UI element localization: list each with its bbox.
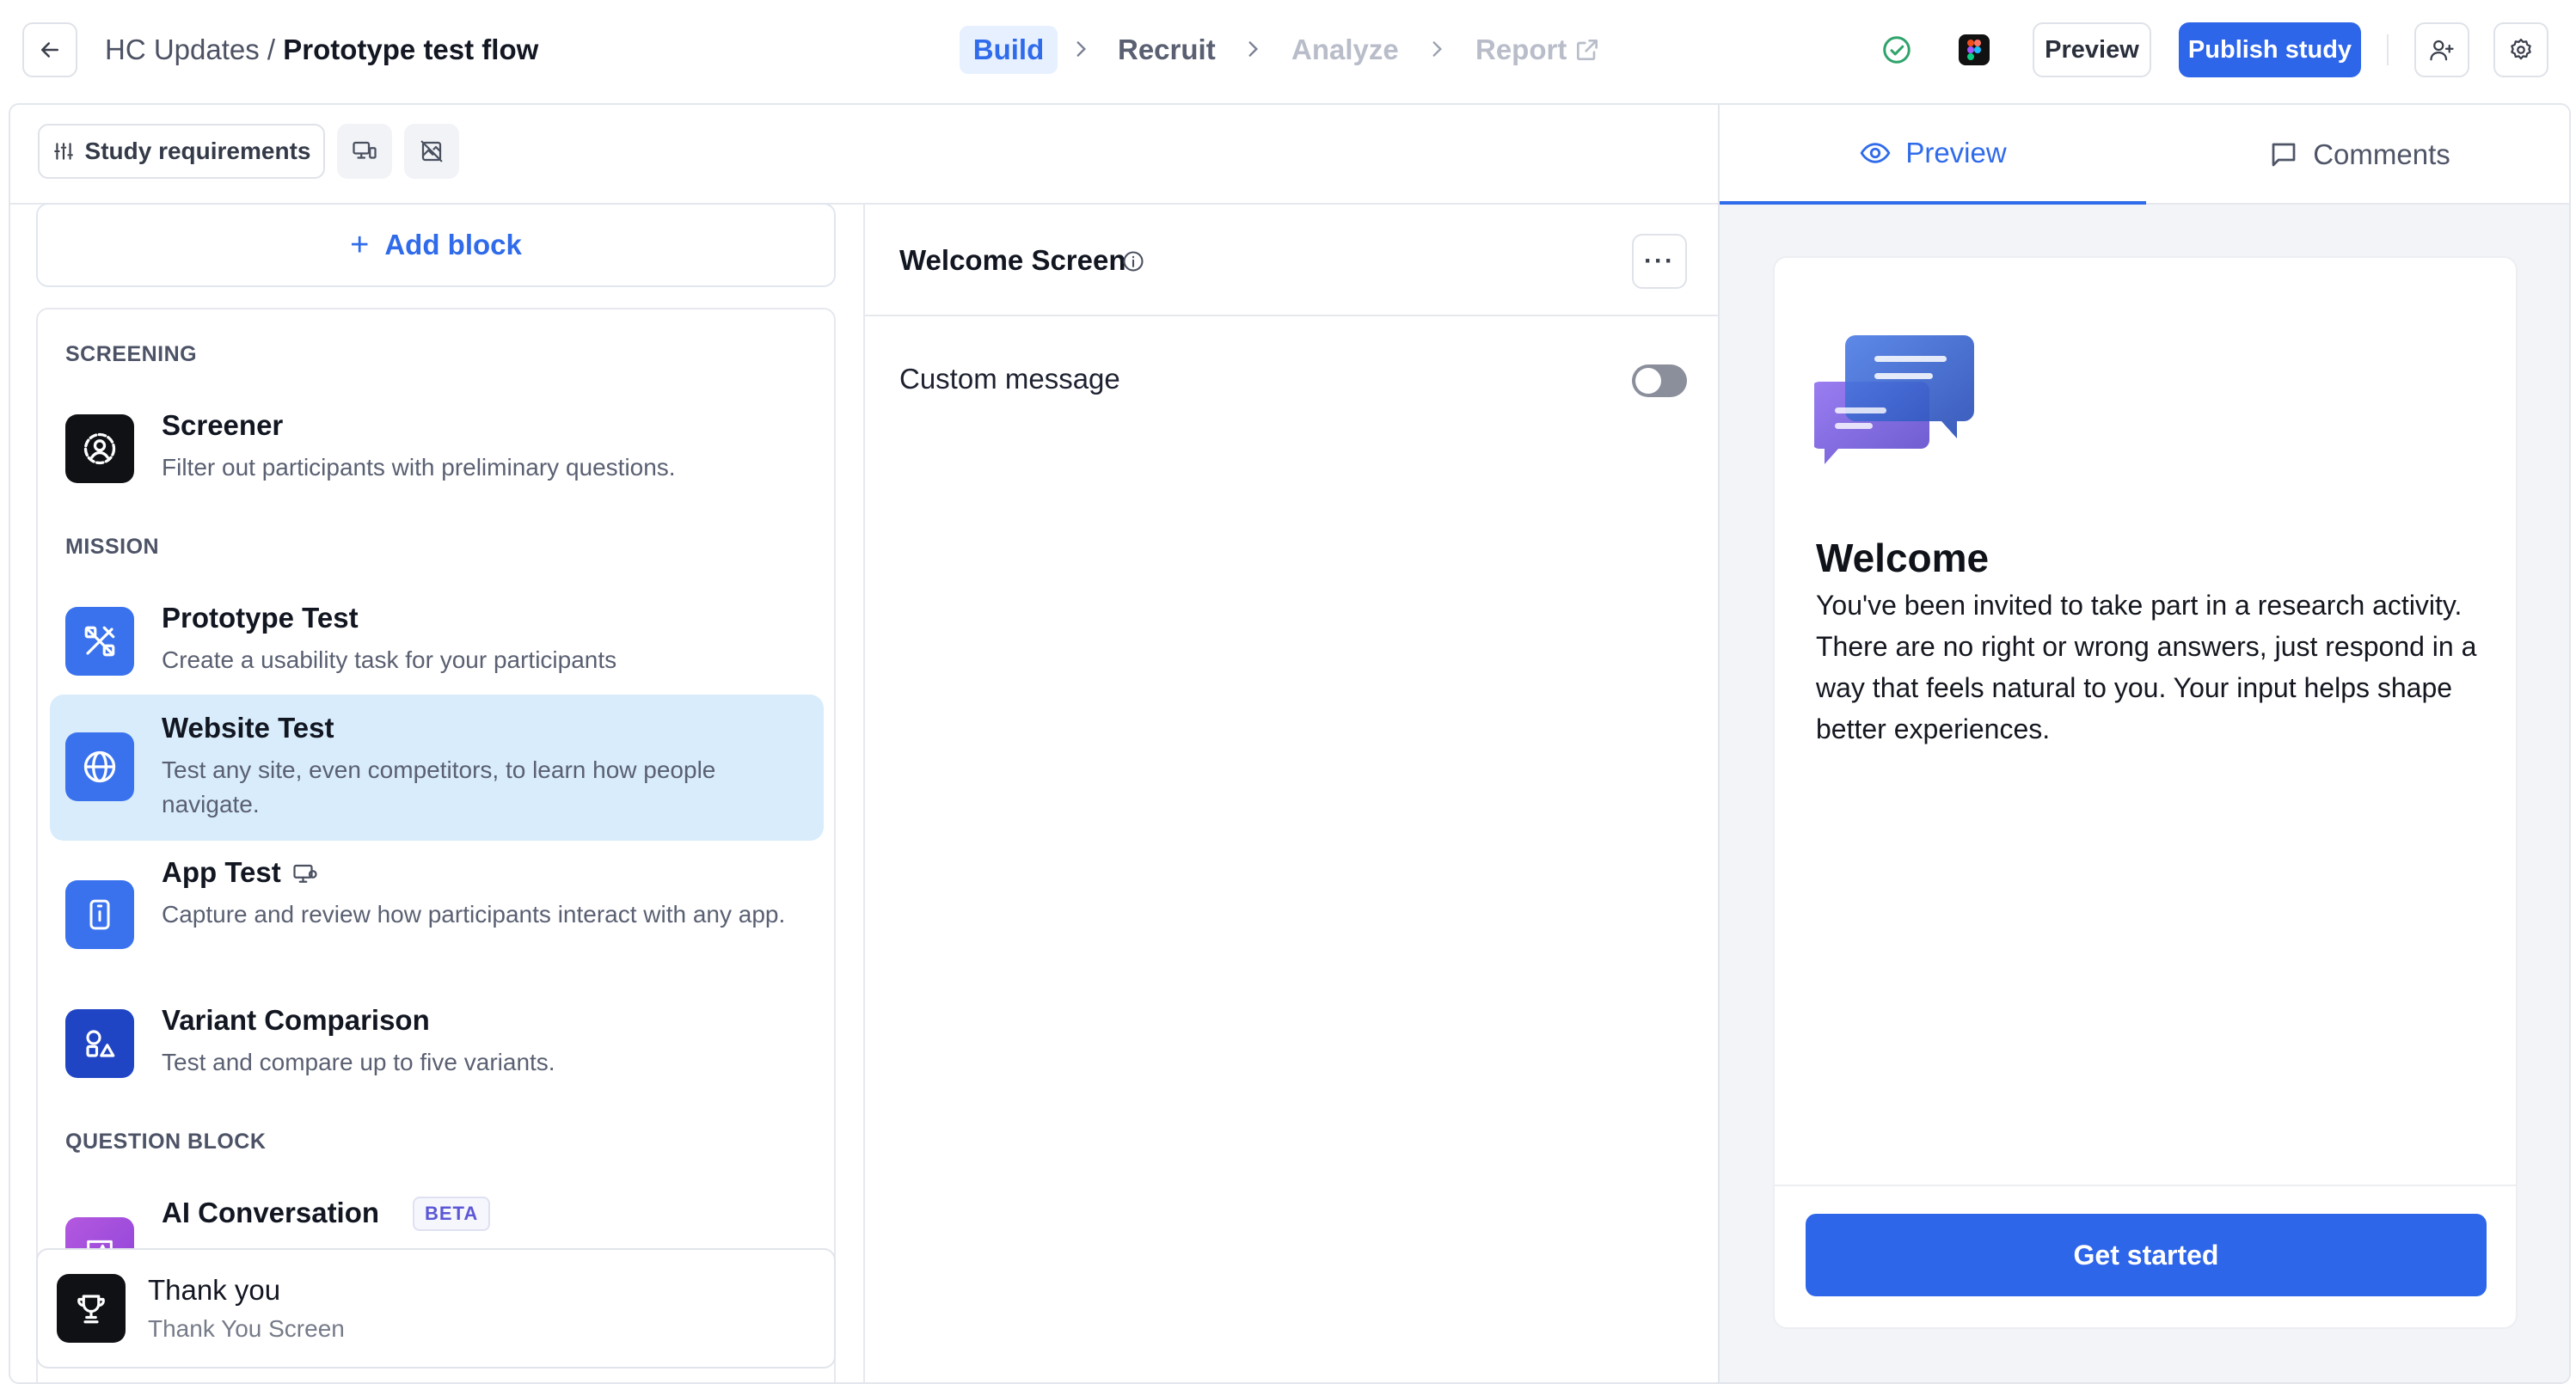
preview-tabs: Preview Comments	[1720, 105, 2569, 205]
tab-comments[interactable]: Comments	[2146, 105, 2569, 205]
add-block-label: Add block	[384, 229, 522, 260]
library-item-title: AI Conversation	[162, 1197, 380, 1228]
tab-comments-label: Comments	[2313, 138, 2450, 170]
workspace-frame: Study requirements + Add block SCREENING…	[9, 103, 2571, 1384]
image-off-icon	[420, 140, 443, 162]
editor-title: Welcome Screen	[899, 244, 1126, 277]
chevron-right-icon	[1248, 41, 1259, 57]
section-heading-question-block: QUESTION BLOCK	[65, 1130, 267, 1154]
devices-icon	[353, 141, 377, 159]
library-item-description: Test and compare up to five variants.	[162, 1049, 555, 1075]
library-item-website-test[interactable]: Website Test Test any site, even competi…	[50, 695, 824, 841]
check-circle-icon	[1883, 36, 1911, 64]
globe-icon	[65, 732, 134, 801]
user-plus-icon	[2430, 40, 2454, 61]
top-bar: HC Updates / Prototype test flow Build R…	[0, 0, 2576, 103]
step-recruit[interactable]: Recruit	[1118, 26, 1216, 74]
library-item-variant-comparison[interactable]: Variant Comparison Test and compare up t…	[50, 992, 824, 1095]
screener-icon	[65, 414, 134, 483]
step-report[interactable]: Report	[1475, 26, 1567, 74]
section-heading-mission: MISSION	[65, 535, 160, 559]
chevron-right-icon	[1076, 41, 1087, 57]
editor-title-text: Welcome Screen	[899, 244, 1126, 276]
column-divider	[863, 205, 865, 1382]
external-link-icon	[1577, 40, 1598, 60]
custom-message-label: Custom message	[899, 363, 1120, 395]
library-item-title: App Test	[162, 856, 281, 888]
study-requirements-label: Study requirements	[84, 138, 311, 164]
beta-badge: BETA	[413, 1197, 491, 1231]
settings-button[interactable]	[2493, 22, 2548, 77]
figma-icon[interactable]	[1959, 34, 1990, 65]
tab-preview[interactable]: Preview	[1720, 105, 2146, 205]
desktop-only-icon	[293, 864, 317, 883]
study-requirements-button[interactable]: Study requirements	[38, 124, 325, 179]
library-item-description: Test any site, even competitors, to lear…	[162, 756, 716, 818]
plus-icon: +	[350, 227, 370, 263]
arrow-left-icon	[41, 42, 58, 58]
step-build[interactable]: Build	[960, 26, 1058, 74]
library-item-title: Prototype Test	[162, 602, 359, 634]
add-block-button[interactable]: + Add block	[36, 203, 836, 287]
comment-icon	[2272, 143, 2296, 167]
library-item-prototype-test[interactable]: Prototype Test Create a usability task f…	[50, 590, 824, 693]
prototype-icon	[65, 607, 134, 676]
preview-panel: Preview Comments Welcome You've been inv…	[1718, 105, 2569, 1382]
library-item-description: Filter out participants with preliminary…	[162, 454, 676, 481]
welcome-title: Welcome	[1816, 536, 1990, 580]
breadcrumb-workspace[interactable]: HC Updates	[105, 34, 260, 65]
gear-icon	[2511, 39, 2531, 60]
card-divider	[1775, 1185, 2516, 1186]
breadcrumb-separator: /	[259, 34, 284, 65]
welcome-body: You've been invited to take part in a re…	[1816, 590, 2477, 744]
thank-you-subtitle: Thank You Screen	[148, 1315, 345, 1342]
builder-toolbar: Study requirements	[10, 105, 1718, 205]
back-button[interactable]	[22, 22, 77, 77]
breadcrumb: HC Updates / Prototype test flow	[105, 31, 538, 69]
invite-collaborator-button[interactable]	[2414, 22, 2469, 77]
section-heading-screening: SCREENING	[65, 342, 198, 366]
library-item-description: Create a usability task for your partici…	[162, 646, 617, 673]
sliders-icon	[53, 143, 73, 160]
library-item-title: Screener	[162, 409, 284, 441]
device-preview-button[interactable]	[337, 124, 392, 179]
eye-icon	[1860, 143, 1891, 163]
preview-button[interactable]: Preview	[2033, 22, 2151, 77]
thank-you-title: Thank you	[148, 1274, 281, 1306]
publish-study-button[interactable]: Publish study	[2179, 22, 2361, 77]
library-item-title: Website Test	[162, 712, 334, 744]
breadcrumb-study-name[interactable]: Prototype test flow	[283, 34, 538, 65]
library-item-screener[interactable]: Screener Filter out participants with pr…	[50, 397, 824, 500]
library-item-title: Variant Comparison	[162, 1004, 430, 1036]
smartphone-icon	[65, 880, 134, 949]
shapes-icon	[65, 1009, 134, 1078]
figma-logo-icon	[1967, 40, 1981, 60]
get-started-button[interactable]: Get started	[1806, 1214, 2487, 1296]
custom-message-toggle[interactable]	[1632, 364, 1687, 397]
library-item-description: Capture and review how participants inte…	[162, 901, 786, 928]
tab-preview-label: Preview	[1905, 137, 2007, 168]
divider	[2387, 34, 2389, 65]
thank-you-block[interactable]: Thank you Thank You Screen	[36, 1248, 836, 1369]
chevron-right-icon	[1432, 41, 1443, 57]
block-library: SCREENING Screener Filter out participan…	[36, 308, 836, 1382]
chat-bubbles-illustration	[1814, 335, 1974, 464]
more-options-button[interactable]: ···	[1632, 234, 1687, 289]
hide-images-button[interactable]	[404, 124, 459, 179]
info-icon[interactable]	[1121, 249, 1145, 273]
editor-header: Welcome Screen ···	[865, 205, 1718, 316]
welcome-preview-card: Welcome You've been invited to take part…	[1773, 256, 2518, 1329]
step-analyze[interactable]: Analyze	[1291, 26, 1399, 74]
toggle-knob	[1635, 368, 1661, 394]
library-item-app-test[interactable]: App Test Capture and review how particip…	[50, 846, 824, 990]
trophy-icon	[57, 1274, 126, 1343]
